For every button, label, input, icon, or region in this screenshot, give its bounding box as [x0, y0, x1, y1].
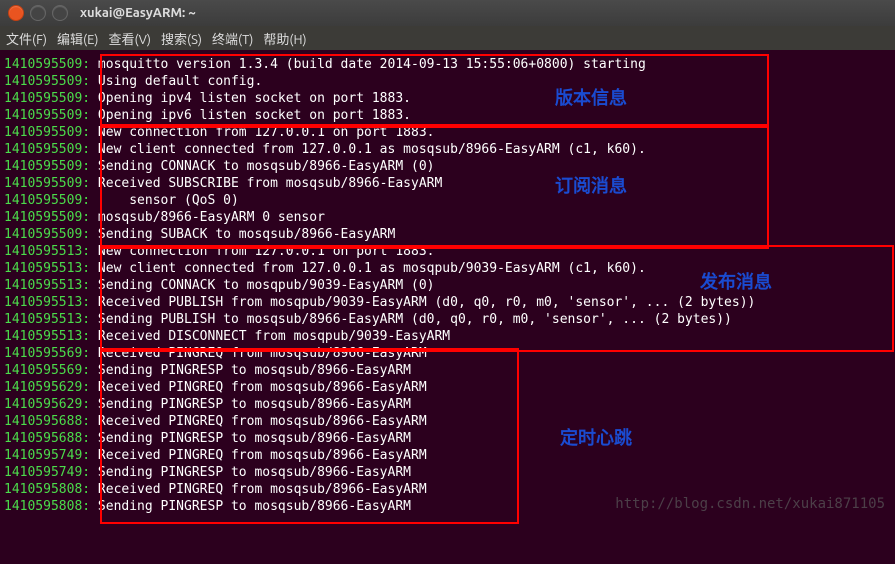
log-text: New client connected from 127.0.0.1 as m… [90, 142, 646, 157]
timestamp: 1410595513: [4, 329, 90, 344]
menu-file[interactable]: 文件(F) [6, 29, 47, 48]
timestamp: 1410595509: [4, 108, 90, 123]
terminal-line: 1410595509: Sending CONNACK to mosqsub/8… [4, 158, 891, 175]
terminal-line: 1410595509: sensor (QoS 0) [4, 192, 891, 209]
timestamp: 1410595569: [4, 346, 90, 361]
timestamp: 1410595509: [4, 74, 90, 89]
terminal-line: 1410595513: New client connected from 12… [4, 260, 891, 277]
terminal-line: 1410595509: Sending SUBACK to mosqsub/89… [4, 226, 891, 243]
terminal-line: 1410595513: Sending CONNACK to mosqpub/9… [4, 277, 891, 294]
timestamp: 1410595509: [4, 210, 90, 225]
log-text: Sending PINGRESP to mosqsub/8966-EasyARM [90, 499, 411, 514]
terminal-line: 1410595509: mosquitto version 1.3.4 (bui… [4, 56, 891, 73]
log-text: Sending CONNACK to mosqsub/8966-EasyARM … [90, 159, 434, 174]
log-text: Received PUBLISH from mosqpub/9039-EasyA… [90, 295, 755, 310]
log-text: Sending SUBACK to mosqsub/8966-EasyARM [90, 227, 395, 242]
terminal-line: 1410595509: Received SUBSCRIBE from mosq… [4, 175, 891, 192]
terminal-line: 1410595688: Sending PINGRESP to mosqsub/… [4, 430, 891, 447]
timestamp: 1410595513: [4, 261, 90, 276]
timestamp: 1410595513: [4, 312, 90, 327]
log-text: New connection from 127.0.0.1 on port 18… [90, 244, 434, 259]
log-text: Sending PINGRESP to mosqsub/8966-EasyARM [90, 465, 411, 480]
terminal-line: 1410595509: New client connected from 12… [4, 141, 891, 158]
log-text: Received PINGREQ from mosqsub/8966-EasyA… [90, 414, 427, 429]
log-text: Sending PINGRESP to mosqsub/8966-EasyARM [90, 363, 411, 378]
close-icon[interactable] [8, 5, 24, 21]
log-text: Received PINGREQ from mosqsub/8966-EasyA… [90, 346, 427, 361]
terminal-line: 1410595749: Received PINGREQ from mosqsu… [4, 447, 891, 464]
timestamp: 1410595749: [4, 448, 90, 463]
timestamp: 1410595513: [4, 244, 90, 259]
terminal-line: 1410595808: Received PINGREQ from mosqsu… [4, 481, 891, 498]
timestamp: 1410595509: [4, 91, 90, 106]
terminal-line: 1410595569: Sending PINGRESP to mosqsub/… [4, 362, 891, 379]
timestamp: 1410595509: [4, 227, 90, 242]
timestamp: 1410595749: [4, 465, 90, 480]
terminal-line: 1410595513: Received PUBLISH from mosqpu… [4, 294, 891, 311]
timestamp: 1410595629: [4, 380, 90, 395]
log-text: Received SUBSCRIBE from mosqsub/8966-Eas… [90, 176, 442, 191]
log-text: Sending PUBLISH to mosqsub/8966-EasyARM … [90, 312, 732, 327]
timestamp: 1410595509: [4, 125, 90, 140]
timestamp: 1410595688: [4, 414, 90, 429]
log-text: Received PINGREQ from mosqsub/8966-EasyA… [90, 380, 427, 395]
terminal-line: 1410595808: Sending PINGRESP to mosqsub/… [4, 498, 891, 515]
terminal-line: 1410595513: Received DISCONNECT from mos… [4, 328, 891, 345]
log-text: Opening ipv4 listen socket on port 1883. [90, 91, 411, 106]
terminal-line: 1410595749: Sending PINGRESP to mosqsub/… [4, 464, 891, 481]
log-text: Opening ipv6 listen socket on port 1883. [90, 108, 411, 123]
menu-search[interactable]: 搜索(S) [161, 29, 202, 48]
log-text: Sending PINGRESP to mosqsub/8966-EasyARM [90, 397, 411, 412]
timestamp: 1410595509: [4, 176, 90, 191]
log-text: New client connected from 127.0.0.1 as m… [90, 261, 646, 276]
timestamp: 1410595808: [4, 499, 90, 514]
terminal-line: 1410595509: Opening ipv4 listen socket o… [4, 90, 891, 107]
log-text: mosquitto version 1.3.4 (build date 2014… [90, 57, 646, 72]
timestamp: 1410595569: [4, 363, 90, 378]
menu-help[interactable]: 帮助(H) [263, 29, 306, 48]
timestamp: 1410595509: [4, 142, 90, 157]
terminal-line: 1410595513: New connection from 127.0.0.… [4, 243, 891, 260]
log-text: New connection from 127.0.0.1 on port 18… [90, 125, 434, 140]
menubar: 文件(F) 编辑(E) 查看(V) 搜索(S) 终端(T) 帮助(H) [0, 26, 895, 50]
terminal-line: 1410595509: Using default config. [4, 73, 891, 90]
log-text: Received DISCONNECT from mosqpub/9039-Ea… [90, 329, 450, 344]
timestamp: 1410595509: [4, 159, 90, 174]
terminal-line: 1410595688: Received PINGREQ from mosqsu… [4, 413, 891, 430]
log-text: Received PINGREQ from mosqsub/8966-EasyA… [90, 482, 427, 497]
terminal-line: 1410595629: Received PINGREQ from mosqsu… [4, 379, 891, 396]
log-text: Sending CONNACK to mosqpub/9039-EasyARM … [90, 278, 434, 293]
terminal-line: 1410595513: Sending PUBLISH to mosqsub/8… [4, 311, 891, 328]
terminal-output[interactable]: 1410595509: mosquitto version 1.3.4 (bui… [0, 50, 895, 519]
window-title: xukai@EasyARM: ~ [80, 6, 196, 20]
timestamp: 1410595509: [4, 57, 90, 72]
minimize-icon[interactable] [30, 5, 46, 21]
window-titlebar[interactable]: xukai@EasyARM: ~ [0, 0, 895, 26]
terminal-line: 1410595569: Received PINGREQ from mosqsu… [4, 345, 891, 362]
terminal-line: 1410595509: Opening ipv6 listen socket o… [4, 107, 891, 124]
log-text: Received PINGREQ from mosqsub/8966-EasyA… [90, 448, 427, 463]
log-text: Using default config. [90, 74, 262, 89]
timestamp: 1410595513: [4, 278, 90, 293]
terminal-line: 1410595509: New connection from 127.0.0.… [4, 124, 891, 141]
timestamp: 1410595629: [4, 397, 90, 412]
menu-view[interactable]: 查看(V) [109, 29, 151, 48]
menu-terminal[interactable]: 终端(T) [212, 29, 253, 48]
log-text: Sending PINGRESP to mosqsub/8966-EasyARM [90, 431, 411, 446]
terminal-line: 1410595629: Sending PINGRESP to mosqsub/… [4, 396, 891, 413]
maximize-icon[interactable] [52, 5, 68, 21]
timestamp: 1410595509: [4, 193, 90, 208]
timestamp: 1410595688: [4, 431, 90, 446]
log-text: sensor (QoS 0) [90, 193, 239, 208]
timestamp: 1410595513: [4, 295, 90, 310]
timestamp: 1410595808: [4, 482, 90, 497]
log-text: mosqsub/8966-EasyARM 0 sensor [90, 210, 325, 225]
menu-edit[interactable]: 编辑(E) [57, 29, 98, 48]
terminal-line: 1410595509: mosqsub/8966-EasyARM 0 senso… [4, 209, 891, 226]
